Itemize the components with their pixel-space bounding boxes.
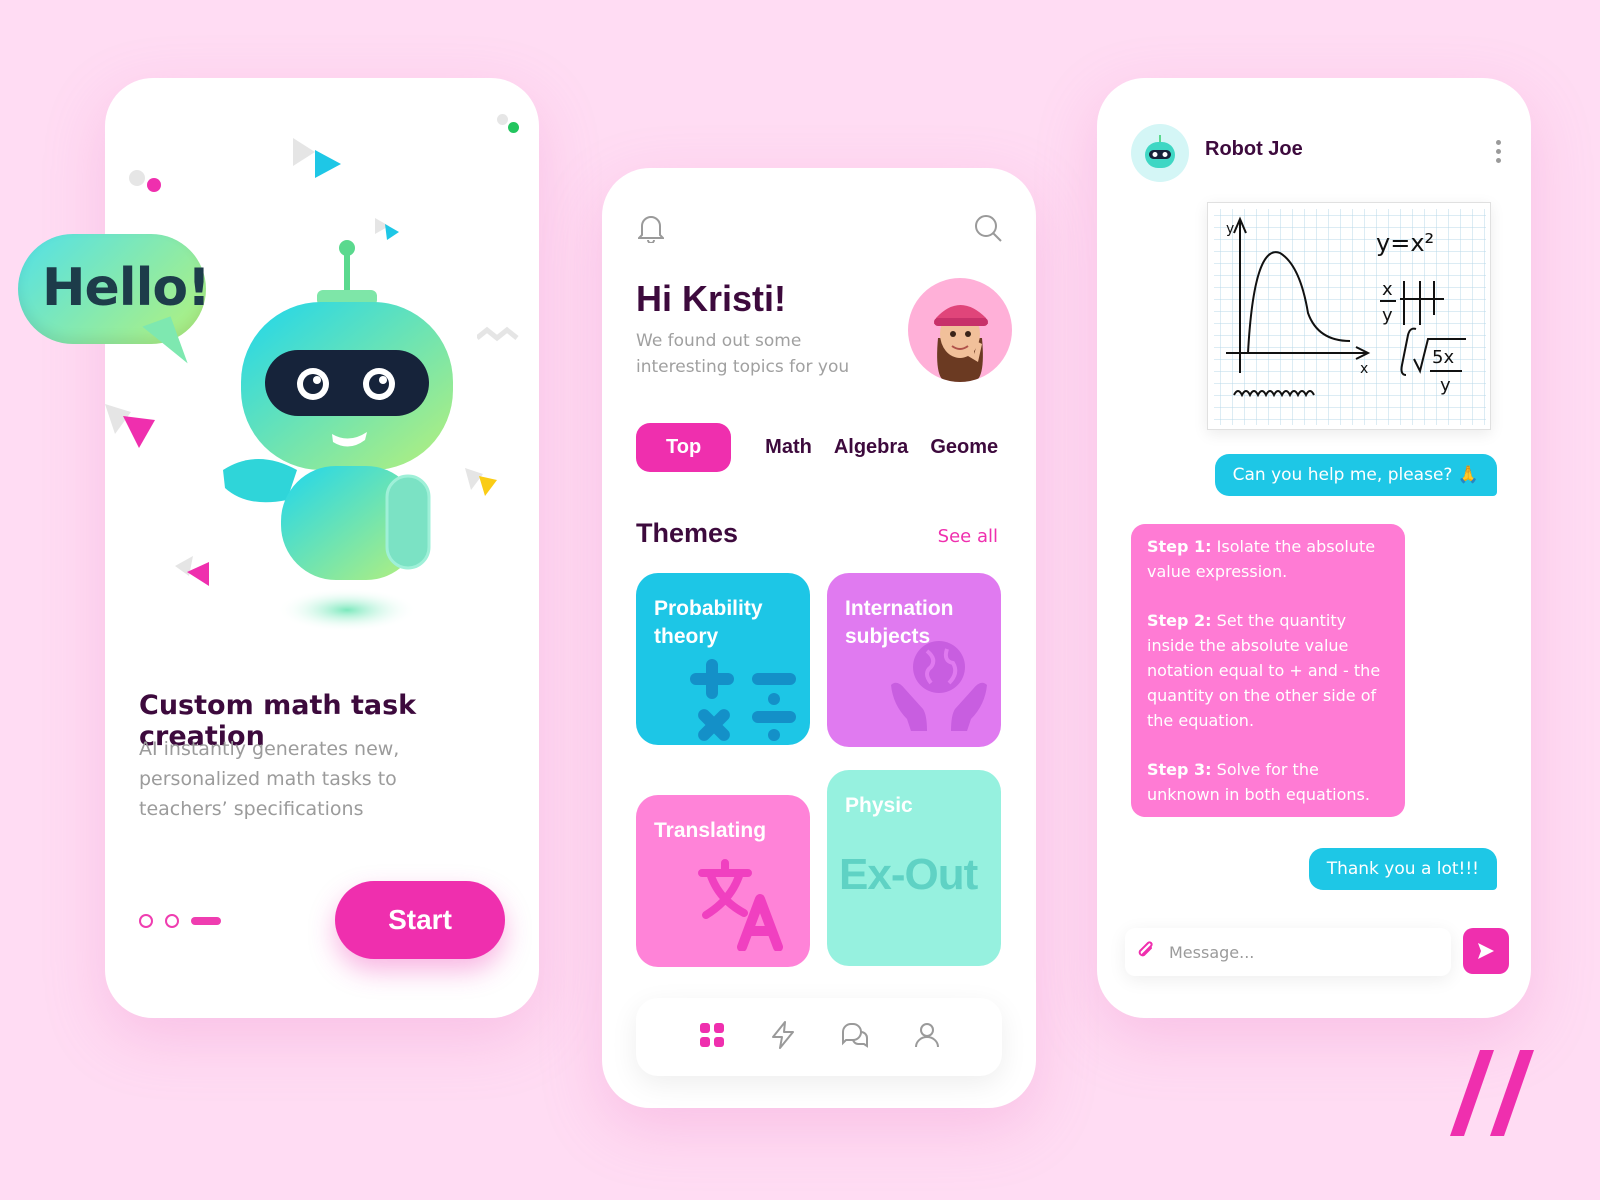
attached-math-image[interactable]: y x y=x² x y 5x y bbox=[1207, 202, 1491, 430]
theme-card-translating[interactable]: Translating bbox=[636, 795, 810, 967]
bot-name: Robot Joe bbox=[1205, 138, 1303, 160]
send-icon bbox=[1478, 943, 1494, 959]
message-composer bbox=[1125, 928, 1451, 976]
page-dot[interactable] bbox=[139, 914, 153, 928]
onboarding-description: AI instantly generates new, personalized… bbox=[139, 738, 400, 820]
bell-icon[interactable] bbox=[636, 212, 666, 244]
paperclip-icon[interactable] bbox=[1137, 940, 1155, 964]
brand-logo bbox=[1450, 1050, 1534, 1136]
robot-illustration bbox=[223, 240, 453, 632]
exout-watermark: Ex-Out bbox=[839, 850, 978, 899]
bottom-nav bbox=[636, 998, 1002, 1076]
theme-card-probability[interactable]: Probability theory bbox=[636, 573, 810, 745]
graph-root-bottom: y bbox=[1440, 375, 1451, 396]
step-label: Step 3: bbox=[1147, 760, 1212, 779]
message-input[interactable] bbox=[1169, 942, 1409, 962]
graph-x-label: x bbox=[1360, 361, 1368, 377]
graph-frac-top: x bbox=[1382, 279, 1393, 300]
decor-dot bbox=[147, 178, 161, 192]
greeting-subtitle: We found out some interesting topics for… bbox=[636, 331, 850, 377]
page-dot-active[interactable] bbox=[191, 917, 221, 925]
home-screen: Hi Kristi! We found out some interesting… bbox=[602, 168, 1036, 1108]
graph-root-label: 5x bbox=[1432, 347, 1454, 368]
lightning-icon[interactable] bbox=[770, 1021, 796, 1053]
step-label: Step 1: bbox=[1147, 537, 1212, 556]
graph-y-label: y bbox=[1226, 221, 1234, 237]
robot-icon bbox=[1145, 135, 1175, 168]
chat-icon[interactable] bbox=[841, 1022, 869, 1052]
themes-heading: Themes bbox=[636, 518, 739, 548]
decor-triangles bbox=[175, 556, 209, 586]
theme-card-physic[interactable]: Physic Ex-Out bbox=[827, 770, 1001, 966]
chat-screen: Robot Joe y x y=x² x y 5x y Can you help… bbox=[1097, 78, 1531, 1018]
user-avatar[interactable] bbox=[908, 278, 1012, 382]
bot-message: Step 1: Isolate the absolute value expre… bbox=[1131, 524, 1405, 817]
decor-triangles bbox=[293, 138, 341, 178]
send-button[interactable] bbox=[1463, 928, 1509, 974]
card-title: Probability theory bbox=[654, 597, 763, 648]
page-dot[interactable] bbox=[165, 914, 179, 928]
translate-icon bbox=[698, 859, 783, 951]
greeting-title: Hi Kristi! bbox=[636, 278, 787, 319]
start-button[interactable]: Start bbox=[335, 881, 505, 959]
card-title: Translating bbox=[654, 819, 767, 842]
decor-dot bbox=[508, 122, 519, 133]
more-options-icon[interactable] bbox=[1496, 140, 1501, 163]
tab-algebra[interactable]: Algebra bbox=[834, 436, 908, 459]
onboarding-screen: Custom math task creation AI instantly g… bbox=[105, 78, 539, 1018]
user-icon[interactable] bbox=[914, 1022, 940, 1052]
graph-frac-bottom: y bbox=[1382, 305, 1393, 326]
decor-triangles bbox=[465, 468, 497, 496]
user-message: Thank you a lot!!! bbox=[1308, 848, 1497, 890]
page-indicator bbox=[139, 914, 221, 928]
grid-icon[interactable] bbox=[699, 1022, 725, 1052]
decor-zigzag bbox=[477, 326, 519, 342]
decor-triangles bbox=[105, 404, 155, 448]
graph-eq-label: y=x² bbox=[1376, 229, 1434, 257]
theme-card-international[interactable]: Internation subjects bbox=[827, 573, 1001, 747]
decor-dot bbox=[129, 170, 145, 186]
tab-math[interactable]: Math bbox=[765, 436, 812, 459]
hello-text: Hello! bbox=[42, 258, 211, 318]
math-operators-icon bbox=[690, 659, 796, 741]
tab-geometry[interactable]: Geome bbox=[930, 436, 998, 459]
tab-top[interactable]: Top bbox=[636, 423, 732, 472]
decor-dot bbox=[497, 114, 508, 125]
bot-avatar[interactable] bbox=[1131, 124, 1189, 182]
step-label: Step 2: bbox=[1147, 611, 1212, 630]
card-title: Physic bbox=[845, 794, 913, 817]
see-all-link[interactable]: See all bbox=[938, 526, 998, 547]
user-message: Can you help me, please? 🙏 bbox=[1214, 454, 1497, 496]
globe-hands-icon bbox=[891, 641, 987, 731]
topic-tabs: Top Math Algebra Geome bbox=[636, 423, 1020, 472]
search-icon[interactable] bbox=[972, 212, 1004, 244]
